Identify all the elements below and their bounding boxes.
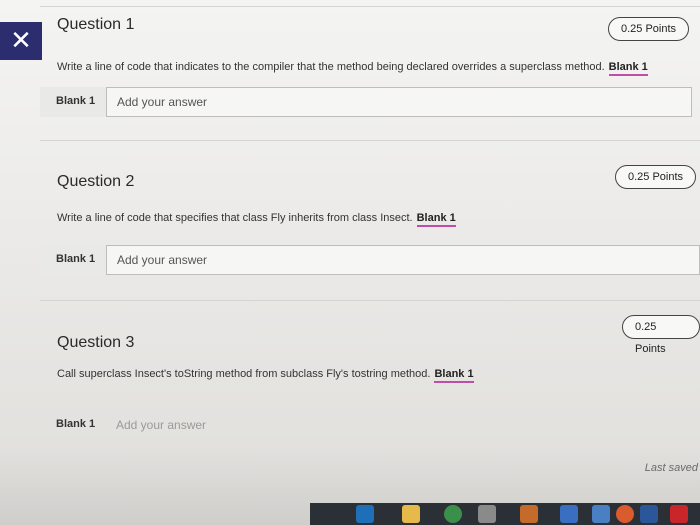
points-badge: 0.25 Points (615, 165, 697, 189)
answer-input[interactable] (106, 87, 692, 117)
close-icon: ✕ (10, 25, 32, 55)
quiz-page: ✕ Question 1 0.25 Points Write a line of… (0, 0, 700, 525)
blank-label: Blank 1 (56, 253, 96, 265)
store-icon[interactable] (560, 505, 578, 523)
points-badge: 0.25 Points (622, 315, 700, 355)
blank-label: Blank 1 (56, 95, 96, 107)
edge-icon[interactable] (356, 505, 374, 523)
question-title: Question 1 (57, 16, 135, 33)
question-title: Question 2 (57, 173, 135, 190)
last-saved-status: Last saved (644, 462, 698, 474)
gmail-icon[interactable] (478, 505, 496, 523)
folder-icon[interactable] (402, 505, 420, 523)
mail-icon[interactable] (592, 505, 610, 523)
word-icon[interactable] (640, 505, 658, 523)
blank-label: Blank 1 (56, 418, 96, 430)
close-button[interactable]: ✕ (0, 22, 42, 60)
blank-reference[interactable]: Blank 1 (434, 368, 474, 383)
divider (40, 140, 700, 141)
answer-input[interactable] (106, 245, 700, 275)
chrome-icon[interactable] (444, 505, 462, 523)
blank-row: Blank 1 (40, 245, 700, 275)
question-prompt: Write a line of code that indicates to t… (57, 61, 648, 76)
divider (40, 300, 700, 301)
question-prompt: Write a line of code that specifies that… (57, 212, 456, 227)
acrobat-icon[interactable] (670, 505, 688, 523)
blank-row: Blank 1 (40, 87, 692, 117)
blank-row: Blank 1 (40, 410, 700, 440)
blank-reference[interactable]: Blank 1 (416, 212, 456, 227)
prompt-text: Write a line of code that specifies that… (57, 212, 413, 224)
points-badge: 0.25 Points (608, 17, 690, 41)
answer-input[interactable] (106, 410, 700, 440)
app-icon[interactable] (520, 505, 538, 523)
prompt-text: Write a line of code that indicates to t… (57, 61, 605, 73)
taskbar (310, 503, 700, 525)
chrome-alt-icon[interactable] (616, 505, 634, 523)
question-title: Question 3 (57, 334, 135, 351)
question-prompt: Call superclass Insect's toString method… (57, 368, 474, 383)
blank-reference[interactable]: Blank 1 (608, 61, 648, 76)
divider (40, 6, 700, 7)
prompt-text: Call superclass Insect's toString method… (57, 368, 431, 380)
